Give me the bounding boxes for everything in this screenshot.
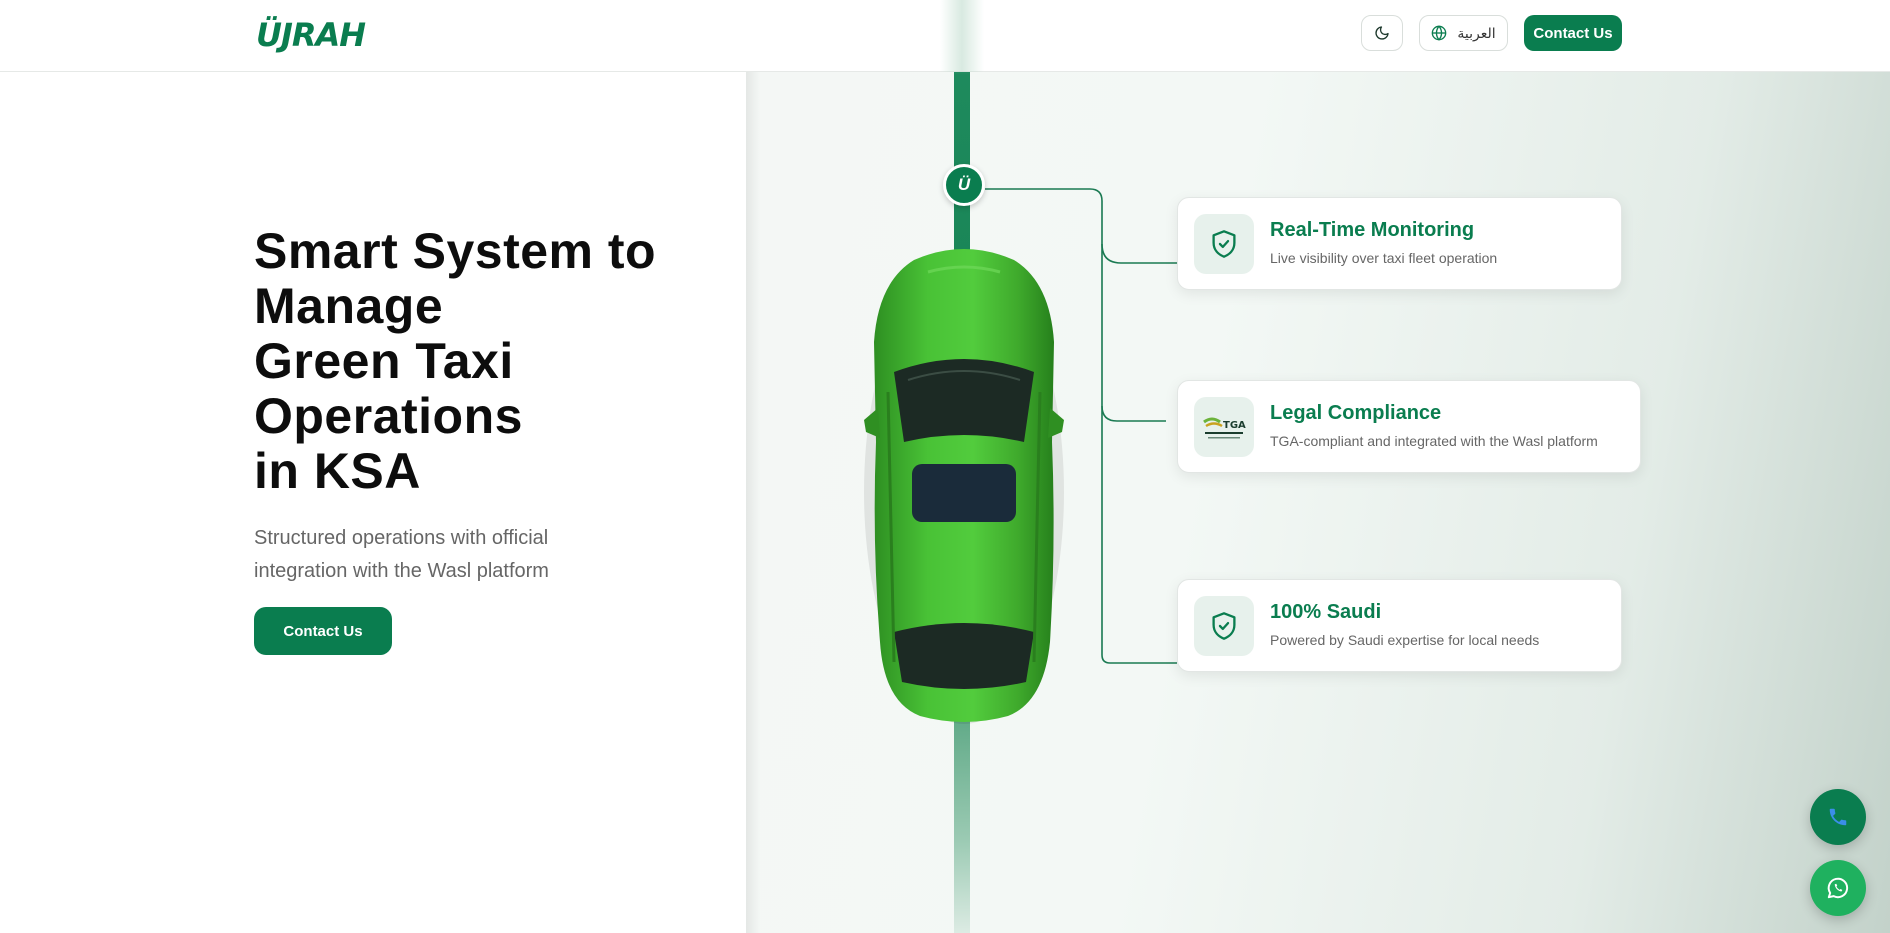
- hero-subtitle: Structured operations with official inte…: [254, 522, 594, 588]
- brand-logo[interactable]: ÜJRAH: [256, 16, 366, 54]
- feature-icon-box: [1194, 596, 1254, 656]
- road-glow: [940, 0, 984, 72]
- hero-title-line: Green Taxi: [254, 333, 514, 389]
- hero-title: Smart System to Manage Green Taxi Operat…: [254, 224, 714, 499]
- feature-card-compliance: TGA Legal Compliance TGA-compliant and i…: [1177, 380, 1641, 473]
- feature-description: Live visibility over taxi fleet operatio…: [1270, 250, 1498, 266]
- globe-icon: [1432, 25, 1447, 41]
- moon-icon: [1375, 26, 1389, 40]
- language-switch-button[interactable]: العربية: [1419, 15, 1508, 51]
- hero-contact-button[interactable]: Contact Us: [254, 607, 392, 655]
- hero-subtitle-line: Structured operations with official: [254, 527, 549, 549]
- hero-subtitle-line: integration with the Wasl platform: [254, 560, 549, 582]
- feature-icon-box: [1194, 214, 1254, 274]
- hero-title-line: Smart System to: [254, 223, 657, 279]
- timeline-node: Ü: [943, 164, 985, 206]
- shield-check-icon: [1212, 612, 1236, 640]
- feature-card-saudi: 100% Saudi Powered by Saudi expertise fo…: [1177, 579, 1622, 672]
- feature-description: Powered by Saudi expertise for local nee…: [1270, 632, 1540, 648]
- hero-title-line: in KSA: [254, 443, 421, 499]
- phone-icon: [1829, 808, 1847, 826]
- feature-description: TGA-compliant and integrated with the Wa…: [1270, 433, 1598, 449]
- tga-logo-text: TGA: [1223, 420, 1246, 431]
- language-label: العربية: [1457, 24, 1496, 41]
- feature-icon-box: TGA: [1194, 397, 1254, 457]
- header-contact-button[interactable]: Contact Us: [1524, 15, 1622, 51]
- theme-toggle-button[interactable]: [1361, 15, 1403, 51]
- shield-check-icon: [1212, 230, 1236, 258]
- feature-title: 100% Saudi: [1270, 601, 1382, 623]
- green-taxi-car-image: [864, 249, 1064, 724]
- whatsapp-icon: [1827, 877, 1849, 899]
- feature-title: Real-Time Monitoring: [1270, 219, 1475, 241]
- hero-title-line: Operations: [254, 388, 523, 444]
- call-float-button[interactable]: [1810, 789, 1866, 845]
- whatsapp-float-button[interactable]: [1810, 860, 1866, 916]
- feature-title: Legal Compliance: [1270, 402, 1442, 424]
- tga-logo: TGA: [1203, 417, 1246, 439]
- feature-card-monitoring: Real-Time Monitoring Live visibility ove…: [1177, 197, 1622, 290]
- hero-title-line: Manage: [254, 278, 444, 334]
